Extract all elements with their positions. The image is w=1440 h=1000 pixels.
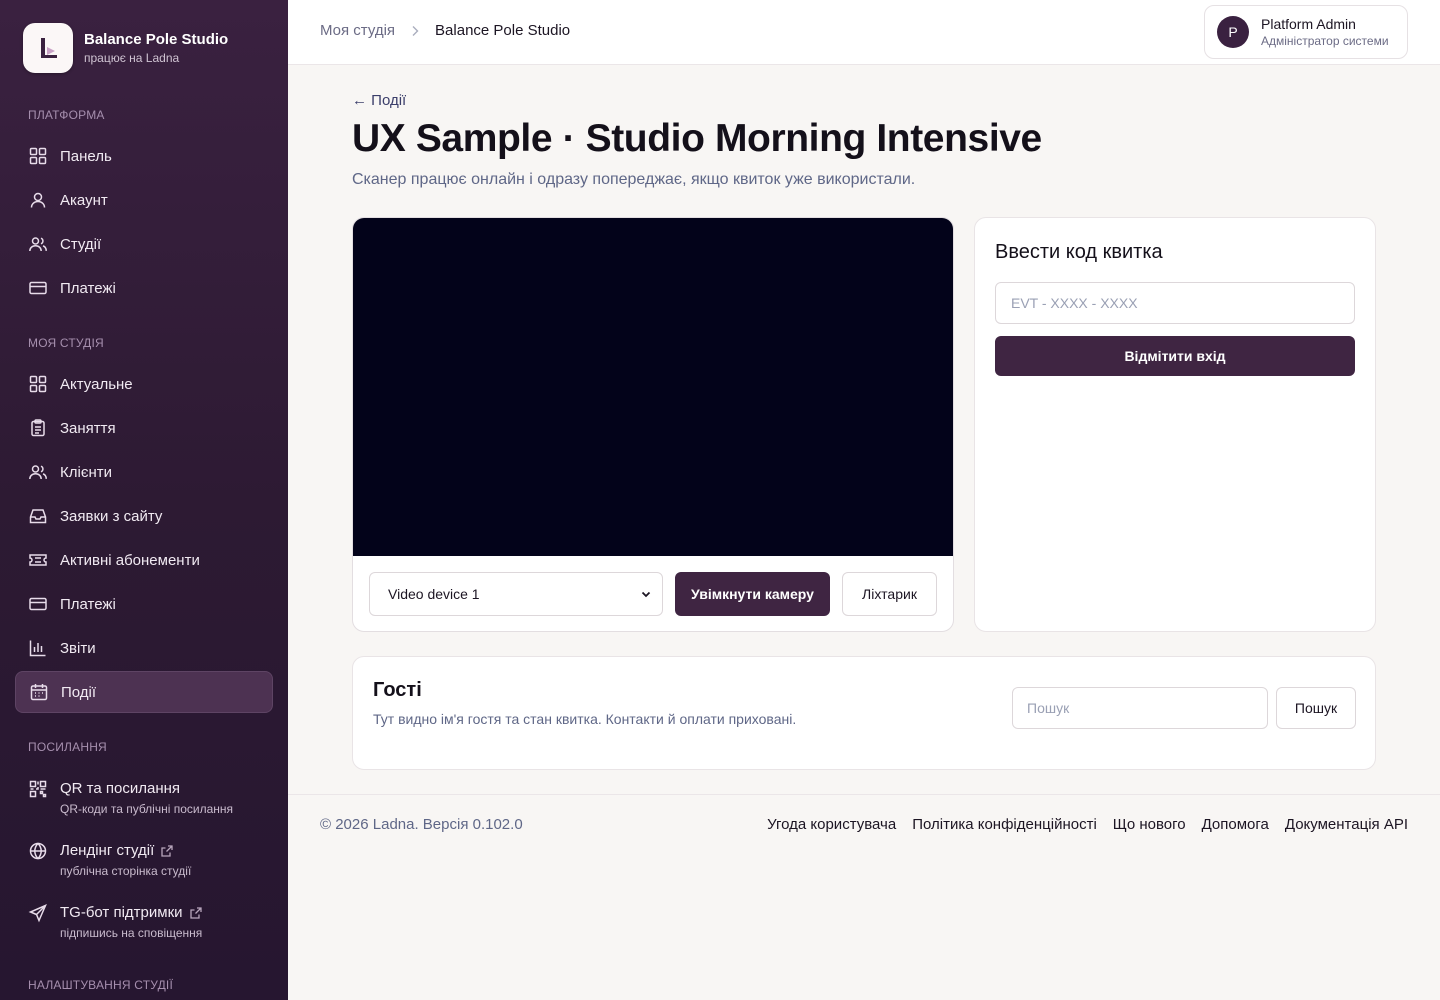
guests-subtitle: Тут видно ім'я гостя та стан квитка. Кон… (373, 711, 797, 727)
torch-button[interactable]: Ліхтарик (842, 572, 937, 616)
sidebar-item-studios[interactable]: Студії (15, 223, 273, 265)
sidebar-item-label: Актуальне (60, 375, 133, 393)
copyright: © 2026 Ladna. Версія 0.102.0 (320, 816, 523, 833)
sidebar-item-label: TG-бот підтримки (60, 904, 183, 921)
breadcrumb: Моя студія Balance Pole Studio (320, 22, 570, 39)
sidebar-item-studio-payments[interactable]: Платежі (15, 583, 273, 625)
sidebar: Balance Pole Studio працює на Ladna Плат… (0, 0, 288, 1000)
ticket-code-title: Ввести код квитка (995, 241, 1163, 263)
scanner-card: Video device 1 Увімкнути камеру Ліхтарик (352, 217, 954, 632)
send-icon (28, 903, 48, 923)
sidebar-item-studio-landing[interactable]: Лендінг студії публічна сторінка студії (15, 833, 273, 887)
back-to-events-link[interactable]: ← Події (352, 92, 406, 109)
sidebar-item-label: Платежі (60, 595, 116, 613)
section-platform: Платформа (28, 108, 105, 122)
grid-icon (28, 146, 48, 166)
sidebar-item-label: QR та посилання (60, 780, 181, 797)
footer: © 2026 Ladna. Версія 0.102.0 Угода корис… (288, 794, 1440, 1000)
sidebar-item-label: Платежі (60, 279, 116, 297)
sidebar-item-label: Активні абонементи (60, 551, 200, 569)
sidebar-item-clients[interactable]: Клієнти (15, 451, 273, 493)
sidebar-item-classes[interactable]: Заняття (15, 407, 273, 449)
section-links: Посилання (28, 740, 107, 754)
clipboard-icon (28, 418, 48, 438)
brand-name: Balance Pole Studio (84, 31, 229, 48)
ladna-logo-icon (23, 23, 73, 73)
qr-code-icon (28, 779, 48, 799)
sidebar-item-label: Клієнти (60, 463, 113, 481)
page-title: UX Sample · Studio Morning Intensive (352, 117, 1042, 160)
sidebar-item-account[interactable]: Акаунт (15, 179, 273, 221)
video-device-select[interactable]: Video device 1 (369, 572, 663, 616)
breadcrumb-current: Balance Pole Studio (435, 22, 571, 39)
user-menu[interactable]: P Platform Admin Адміністратор системи (1204, 5, 1408, 59)
footer-link-whats-new[interactable]: Що нового (1113, 816, 1186, 833)
guests-card: Гості Тут видно ім'я гостя та стан квитк… (352, 656, 1376, 770)
globe-icon (28, 841, 48, 861)
chevron-down-icon (641, 591, 651, 598)
credit-card-icon (28, 594, 48, 614)
guests-title: Гості (373, 679, 422, 701)
sidebar-item-reports[interactable]: Звіти (15, 627, 273, 669)
external-link-icon (189, 907, 202, 919)
guests-search-input[interactable]: Пошук (1012, 687, 1268, 729)
credit-card-icon (28, 278, 48, 298)
sidebar-item-sub: QR-коди та публічні посилання (60, 802, 234, 816)
user-name: Platform Admin (1261, 16, 1356, 32)
footer-link-help[interactable]: Допомога (1202, 816, 1269, 833)
sidebar-item-sub: публічна сторінка студії (60, 864, 192, 878)
camera-preview (353, 218, 953, 556)
calendar-icon (29, 682, 49, 702)
breadcrumb-root-link[interactable]: Моя студія (320, 22, 395, 39)
ticket-code-card: Ввести код квитка EVT - XXXX - XXXX Відм… (974, 217, 1376, 632)
sidebar-item-label: Події (61, 683, 97, 701)
sidebar-item-panel[interactable]: Панель (15, 135, 273, 177)
sidebar-item-current[interactable]: Актуальне (15, 363, 273, 405)
brand-sub: працює на Ladna (84, 51, 180, 65)
user-icon (28, 190, 48, 210)
guests-search-button[interactable]: Пошук (1276, 687, 1356, 729)
ticket-icon (28, 550, 48, 570)
sidebar-item-label: Заняття (60, 419, 116, 437)
avatar: P (1217, 16, 1249, 48)
top-bar: Моя студія Balance Pole Studio P Platfor… (288, 0, 1440, 65)
mark-entry-button[interactable]: Відмітити вхід (995, 336, 1355, 376)
chevron-right-icon (412, 25, 419, 36)
sidebar-item-active-subscriptions[interactable]: Активні абонементи (15, 539, 273, 581)
brand[interactable]: Balance Pole Studio працює на Ladna (23, 23, 228, 73)
sidebar-item-label: Лендінг студії (60, 842, 155, 859)
sidebar-item-events[interactable]: Події (15, 671, 273, 713)
bar-chart-icon (28, 638, 48, 658)
sidebar-item-tg-bot[interactable]: TG-бот підтримки підпишись на сповіщення (15, 895, 273, 949)
sidebar-item-label: Акаунт (60, 191, 108, 209)
page-subtitle: Сканер працює онлайн і одразу попереджає… (352, 171, 916, 188)
footer-link-terms[interactable]: Угода користувача (767, 816, 896, 833)
external-link-icon (161, 845, 173, 857)
sidebar-item-label: Звіти (60, 639, 96, 657)
users-icon (28, 462, 48, 482)
section-my-studio: Моя студія (28, 336, 104, 350)
users-icon (28, 234, 48, 254)
sidebar-item-label: Студії (60, 235, 102, 253)
enable-camera-button[interactable]: Увімкнути камеру (675, 572, 830, 616)
sidebar-item-sub: підпишись на сповіщення (60, 926, 203, 940)
user-role: Адміністратор системи (1261, 34, 1389, 48)
footer-link-privacy[interactable]: Політика конфіденційності (912, 816, 1097, 833)
grid-icon (28, 374, 48, 394)
sidebar-item-payments[interactable]: Платежі (15, 267, 273, 309)
sidebar-item-label: Заявки з сайту (60, 507, 163, 525)
section-studio-settings: Налаштування студії (28, 978, 173, 992)
sidebar-item-site-requests[interactable]: Заявки з сайту (15, 495, 273, 537)
ticket-code-input[interactable]: EVT - XXXX - XXXX (995, 282, 1355, 324)
video-device-value: Video device 1 (388, 586, 480, 602)
footer-link-api-docs[interactable]: Документація API (1285, 816, 1408, 833)
sidebar-item-qr-links[interactable]: QR та посилання QR-коди та публічні поси… (15, 771, 273, 825)
sidebar-item-label: Панель (60, 147, 112, 165)
inbox-icon (28, 506, 48, 526)
